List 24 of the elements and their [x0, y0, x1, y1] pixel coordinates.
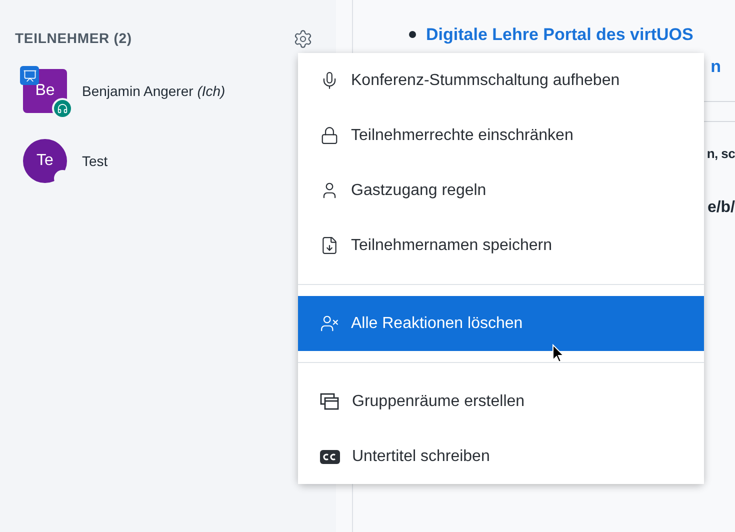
menu-item[interactable]: Untertitel schreiben: [298, 429, 704, 484]
cursor-icon: [552, 344, 565, 364]
bullet-icon: [409, 31, 416, 38]
user-remove-icon: [320, 314, 339, 333]
closed-captions-icon: [320, 450, 340, 464]
menu-item[interactable]: Teilnehmernamen speichern: [298, 218, 704, 273]
portal-link[interactable]: Digitale Lehre Portal des virtUOS: [426, 22, 694, 48]
menu-item[interactable]: Alle Reaktionen löschen: [298, 296, 704, 351]
file-download-icon: [320, 236, 339, 255]
presenter-icon: [20, 66, 39, 85]
menu-item[interactable]: Konferenz-Stummschaltung aufheben: [298, 53, 704, 108]
sidebar-title: TEILNEHMER (2): [15, 29, 132, 48]
menu-item[interactable]: Gruppenräume erstellen: [298, 374, 704, 429]
content-text: n, sc: [706, 145, 735, 163]
settings-icon[interactable]: [293, 28, 313, 48]
participant-name[interactable]: Test: [82, 150, 108, 172]
windows-icon: [320, 392, 340, 410]
link-text[interactable]: n: [710, 54, 721, 79]
menu-item[interactable]: Gastzugang regeln: [298, 163, 704, 218]
menu-item[interactable]: Teilnehmerrechte einschränken: [298, 108, 704, 163]
lock-icon: [320, 126, 339, 145]
avatar: Te: [23, 139, 67, 183]
content-text: e/b/: [707, 198, 735, 218]
participant-name[interactable]: Benjamin Angerer (Ich): [82, 80, 226, 102]
